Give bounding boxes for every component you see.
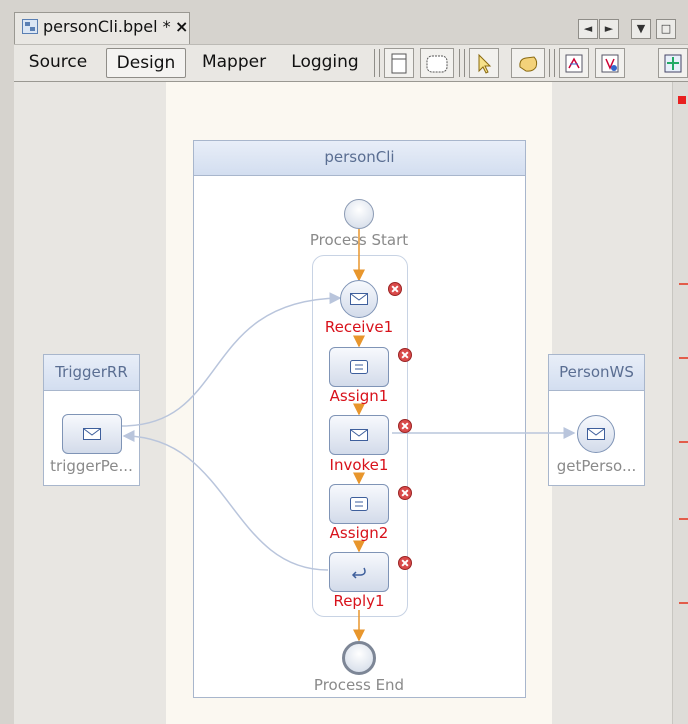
process-start-label: Process Start [309,231,409,249]
reply-activity[interactable] [329,552,389,592]
error-badge-icon[interactable] [388,282,402,296]
error-badge-icon[interactable] [398,419,412,433]
personws-operation-node[interactable] [577,415,615,453]
activity-label: Reply1 [333,592,385,610]
link-reply-to-trigger [122,430,329,571]
error-badge-icon[interactable] [398,556,412,570]
activity-label: Invoke1 [329,456,389,474]
assign-activity[interactable] [329,484,389,524]
process-start-node[interactable] [344,199,374,229]
link-trigger-to-receive [121,292,342,427]
process-end-label: Process End [313,676,405,694]
invoke-activity[interactable] [329,415,389,455]
activity-label: Receive1 [324,318,394,336]
partner-operation-label: getPerso... [556,457,637,475]
reply-icon [351,567,366,579]
error-badge-icon[interactable] [398,348,412,362]
partner-operation-label: triggerPe... [50,457,133,475]
assign-icon [350,360,368,374]
activity-label: Assign2 [329,524,389,542]
assign-icon [350,497,368,511]
assign-activity[interactable] [329,347,389,387]
message-icon [83,428,101,440]
receive-activity[interactable] [340,280,378,318]
error-badge-icon[interactable] [398,486,412,500]
message-icon [350,293,368,305]
message-icon [350,429,368,441]
trigger-operation-node[interactable] [62,414,122,454]
message-icon [587,428,605,440]
activity-label: Assign1 [329,387,389,405]
process-end-node[interactable] [342,641,376,675]
